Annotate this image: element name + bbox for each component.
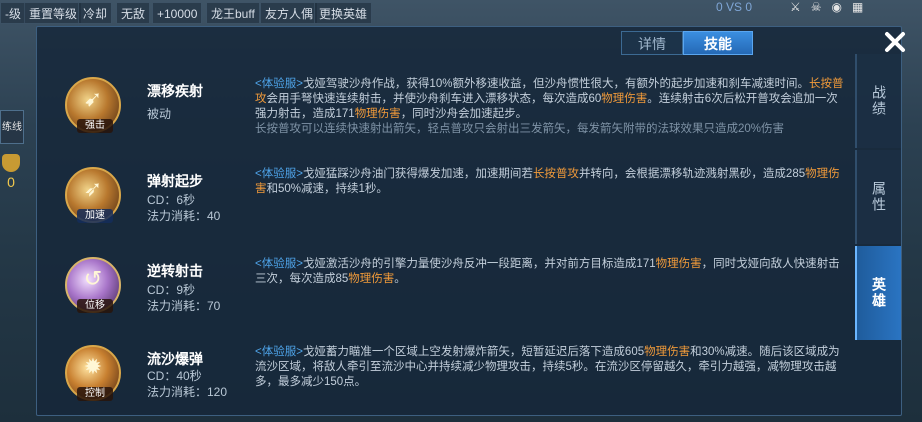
side-nav: 战绩 属性 英雄 (855, 54, 901, 342)
panel-tabs: 详情 技能 (621, 31, 753, 55)
skill-2-cooldown: CD：6秒 (147, 193, 196, 207)
close-icon (885, 32, 905, 52)
hud-cooldown-button[interactable]: 冷却 (78, 2, 113, 24)
hud-gold-button[interactable]: +10000 (152, 2, 203, 24)
gold-indicator: 0 (0, 150, 22, 198)
coin-icon: ◉ (831, 0, 843, 14)
hud-status-icons: ⚔ ☠ ◉ ▦ (790, 0, 922, 16)
skill-1-description: <体验服>戈娅驾驶沙舟作战，获得10%额外移速收益，但沙舟惯性很大，有额外的起步… (255, 78, 844, 135)
game-hud-top: -级 重置等级 冷却 无敌 +10000 龙王buff 友方人偶 更换英雄 0 … (0, 0, 922, 28)
skill-1-icon[interactable]: ➹ 强击 (65, 77, 121, 133)
boost-icon: ➶ (83, 176, 103, 201)
side-nav-hero[interactable]: 英雄 (855, 246, 901, 340)
skill-4-tag: 控制 (77, 387, 113, 401)
skill-2-mana-cost: 法力消耗：40 (147, 209, 221, 223)
skill-3-icon[interactable]: ↺ 位移 (65, 257, 121, 313)
skill-row-3: ↺ 位移 逆转射击 CD：9秒 法力消耗：70 <体验服>戈娅激活沙舟的引擎力量… (65, 257, 845, 341)
skill-row-4: ✹ 控制 流沙爆弹 CD：40秒 法力消耗：120 <体验服>戈娅蓄力瞄准一个区… (65, 345, 845, 422)
hud-level-down-button[interactable]: -级 (0, 2, 26, 24)
skill-2-tag: 加速 (77, 209, 113, 223)
tab-details[interactable]: 详情 (621, 31, 683, 55)
skill-4-mana-cost: 法力消耗：120 (147, 385, 228, 399)
grid-icon: ▦ (852, 0, 864, 14)
hud-ally-dummy-button[interactable]: 友方人偶 (260, 2, 319, 24)
side-nav-attributes[interactable]: 属性 (855, 150, 901, 244)
side-nav-stats[interactable]: 战绩 (855, 54, 901, 148)
skill-4-cooldown: CD：40秒 (147, 369, 202, 383)
tab-skills[interactable]: 技能 (683, 31, 753, 55)
skill-3-tag: 位移 (77, 299, 113, 313)
skull-icon: ☠ (810, 0, 822, 14)
gold-value: 0 (7, 174, 15, 190)
skill-2-description: <体验服>戈娅猛踩沙舟油门获得爆发加速，加速期间若长按普攻并转向，会根据漂移轨迹… (255, 168, 840, 195)
skill-2-icon[interactable]: ➶ 加速 (65, 167, 121, 223)
skill-1-tag: 强击 (77, 119, 113, 133)
skill-3-description: <体验服>戈娅激活沙舟的引擎力量使沙舟反冲一段距离，并对前方目标造成171物理伤… (255, 258, 840, 285)
skill-1-name: 漂移疾射 (147, 83, 203, 99)
score-readout: 0 VS 0 (716, 0, 753, 14)
skill-3-mana-cost: 法力消耗：70 (147, 299, 221, 313)
hero-info-panel: 详情 技能 ➹ 强击 漂移疾射 被动 <体验服>戈娅驾驶沙舟作战，获得10%额外… (36, 26, 905, 416)
reverse-shot-icon: ↺ (83, 266, 103, 291)
skill-3-name: 逆转射击 (147, 263, 203, 279)
skill-row-2: ➶ 加速 弹射起步 CD：6秒 法力消耗：40 <体验服>戈娅猛踩沙舟油门获得爆… (65, 167, 845, 251)
hud-change-hero-button[interactable]: 更换英雄 (314, 2, 373, 24)
skill-3-cooldown: CD：9秒 (147, 283, 196, 297)
skill-4-name: 流沙爆弹 (147, 351, 203, 367)
skill-row-1: ➹ 强击 漂移疾射 被动 <体验服>戈娅驾驶沙舟作战，获得10%额外移速收益，但… (65, 77, 845, 161)
hud-reset-level-button[interactable]: 重置等级 (24, 2, 83, 24)
skill-2-name: 弹射起步 (147, 173, 203, 189)
sand-bomb-icon: ✹ (83, 354, 103, 379)
crossbow-icon: ➹ (83, 86, 103, 111)
lane-button[interactable]: 练线 (0, 110, 24, 144)
sword-icon: ⚔ (790, 0, 801, 14)
hud-invincible-button[interactable]: 无敌 (116, 2, 151, 24)
skill-4-icon[interactable]: ✹ 控制 (65, 345, 121, 401)
hud-dragon-buff-button[interactable]: 龙王buff (206, 2, 260, 24)
close-button[interactable] (873, 27, 917, 57)
skill-1-type: 被动 (147, 107, 172, 121)
skill-4-description: <体验服>戈娅蓄力瞄准一个区域上空发射爆炸箭矢，短暂延迟后落下造成605物理伤害… (255, 346, 840, 388)
money-bag-icon (2, 154, 20, 172)
